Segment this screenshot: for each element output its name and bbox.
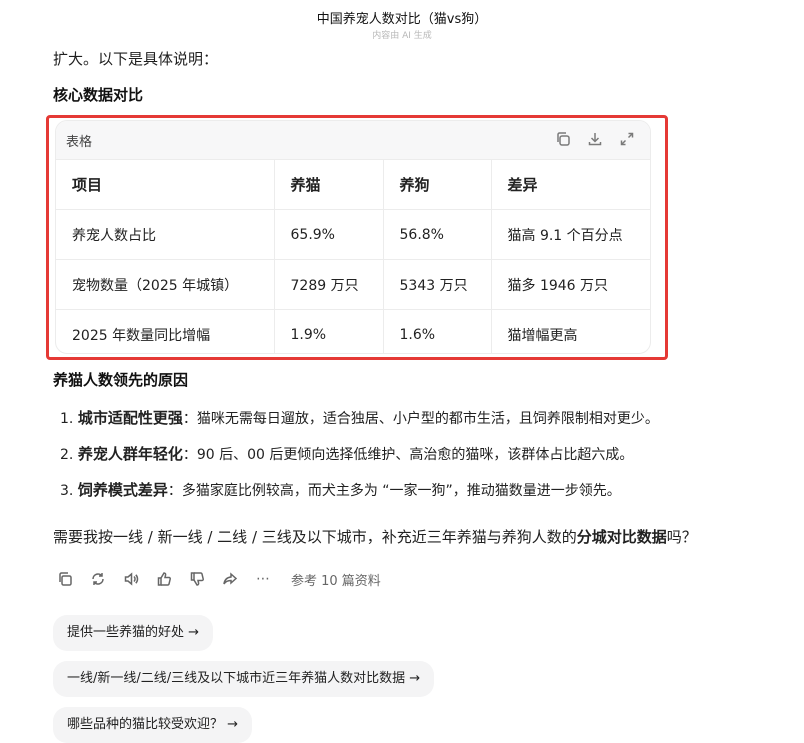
table-cell: 65.9% (274, 209, 384, 260)
message-toolbar: ⋯ 参考 10 篇资料 (56, 568, 381, 590)
thumbs-down-icon[interactable] (188, 570, 206, 588)
table-cell: 猫增幅更高 (507, 327, 578, 344)
suggestion-chip[interactable]: 一线/新一线/二线/三线及以下城市近三年养猫人数对比数据 → (53, 661, 435, 697)
table-row: 2025 年数量同比增幅 1.9% 1.6% 猫增幅更高 (56, 309, 650, 353)
section-title-core-data: 核心数据对比 (53, 86, 144, 104)
ai-generated-note: 内容由 AI 生成 (372, 31, 432, 41)
column-header: 养狗 (383, 160, 492, 210)
conversation-title: 中国养宠人数对比（猫vs狗） (316, 12, 488, 27)
suggestion-chip[interactable]: 哪些品种的猫比较受欢迎？ → (53, 707, 253, 743)
intro-text: 扩大。以下是具体说明： (53, 50, 219, 68)
section-title-reasons: 养猫人数领先的原因 (53, 371, 189, 389)
table-header-row: 项目 养猫 养狗 差异 (56, 160, 650, 210)
table-cell: 7289 万只 (274, 259, 384, 310)
thumbs-up-icon[interactable] (155, 570, 173, 588)
table-row: 宠物数量（2025 年城镇） 7289 万只 5343 万只 猫多 1946 万… (56, 259, 650, 310)
list-item-text: ：90 后、00 后更倾向选择低维护、高治愈的猫咪，该群体占比超六成。 (182, 447, 634, 463)
share-icon[interactable] (221, 570, 239, 588)
comparison-table-card: 表格 项目 养猫 养狗 差异 养宠人数占比 65.9% 56.8% 猫高 9.1… (55, 120, 651, 354)
suggestion-chip[interactable]: 提供一些养猫的好处 → (53, 615, 214, 651)
table-cell: 宠物数量（2025 年城镇） (56, 259, 275, 310)
follow-up-emphasis: 分城对比数据 (576, 528, 667, 546)
table-row: 养宠人数占比 65.9% 56.8% 猫高 9.1 个百分点 (56, 209, 650, 260)
list-item-title: 城市适配性更强 (77, 409, 183, 427)
list-number: 1. (60, 411, 74, 427)
table-toolbar: 表格 (56, 121, 650, 160)
list-item-title: 饲养模式差异 (77, 481, 168, 499)
column-header: 项目 (56, 160, 275, 210)
table-cell: 1.6% (383, 309, 492, 353)
regenerate-icon[interactable] (89, 570, 107, 588)
table-cell: 5343 万只 (383, 259, 492, 310)
follow-up-end: 吗？ (666, 528, 697, 546)
conversation-header: 中国养宠人数对比（猫vs狗） 内容由 AI 生成 (0, 0, 804, 44)
list-number: 2. (60, 447, 74, 463)
copy-icon[interactable] (56, 570, 74, 588)
more-icon[interactable]: ⋯ (254, 570, 272, 588)
table-cell: 56.8% (383, 209, 492, 260)
table-label: 表格 (66, 135, 93, 150)
column-header: 养猫 (274, 160, 384, 210)
references-link[interactable]: 参考 10 篇资料 (291, 570, 381, 589)
table-actions (554, 130, 636, 148)
follow-up-text: 需要我按一线 / 新一线 / 二线 / 三线及以下城市，补充近三年养猫与养狗人数… (53, 528, 577, 546)
table-cell: 1.9% (274, 309, 384, 353)
download-icon[interactable] (586, 130, 604, 148)
list-number: 3. (60, 483, 74, 499)
list-item: 2. 养宠人群年轻化：90 后、00 后更倾向选择低维护、高治愈的猫咪，该群体占… (60, 443, 633, 466)
comparison-table: 项目 养猫 养狗 差异 养宠人数占比 65.9% 56.8% 猫高 9.1 个百… (56, 160, 650, 353)
list-item: 1. 城市适配性更强：猫咪无需每日遛放，适合独居、小户型的都市生活，且饲养限制相… (60, 407, 659, 430)
table-cell: 猫多 1946 万只 (491, 259, 650, 310)
list-item-text: ：猫咪无需每日遛放，适合独居、小户型的都市生活，且饲养限制相对更少。 (182, 411, 659, 427)
list-item-text: ：多猫家庭比例较高，而犬主多为 “一家一狗”，推动猫数量进一步领先。 (167, 483, 621, 499)
table-cell: 猫高 9.1 个百分点 (491, 209, 650, 260)
copy-icon[interactable] (554, 130, 572, 148)
speaker-icon[interactable] (122, 570, 140, 588)
list-item-title: 养宠人群年轻化 (77, 445, 183, 463)
list-item: 3. 饲养模式差异：多猫家庭比例较高，而犬主多为 “一家一狗”，推动猫数量进一步… (60, 479, 621, 502)
column-header: 差异 (491, 160, 650, 210)
follow-up-question: 需要我按一线 / 新一线 / 二线 / 三线及以下城市，补充近三年养猫与养狗人数… (53, 526, 697, 548)
expand-icon[interactable] (618, 130, 636, 148)
table-cell: 养宠人数占比 (56, 209, 275, 260)
table-cell: 2025 年数量同比增幅 (56, 309, 275, 353)
